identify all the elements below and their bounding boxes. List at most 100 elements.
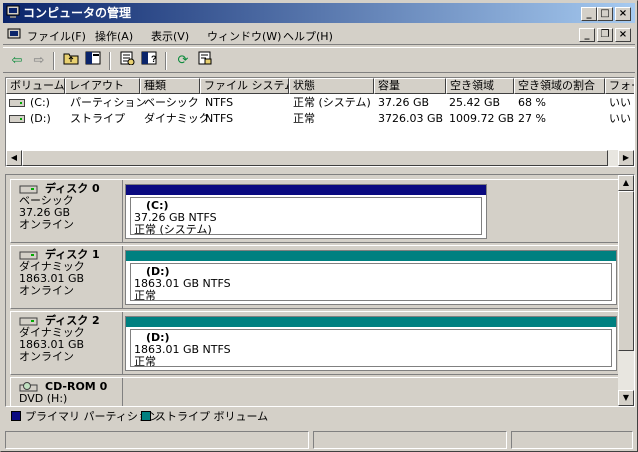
cell-capacity: 3726.03 GB (378, 112, 444, 125)
disk-label[interactable]: CD-ROM 0 DVD (H:) (11, 378, 123, 406)
table-row[interactable]: (C:) パーティション ベーシック NTFS 正常 (システム) 37.26 … (6, 95, 634, 111)
child-close-button[interactable]: × (615, 28, 631, 42)
back-arrow-icon[interactable]: ⇦ (7, 51, 27, 71)
svg-text:?: ? (151, 54, 157, 64)
cell-filesystem: NTFS (205, 96, 234, 109)
disk-row[interactable]: ディスク 0 ベーシック 37.26 GB オンライン (C:) 37.26 G… (10, 179, 620, 243)
cell-status: 正常 (システム) (293, 96, 371, 109)
column-header-filesystem[interactable]: ファイル システム (200, 78, 289, 94)
close-button[interactable]: × (615, 7, 631, 21)
cell-fault-tolerance: いい (609, 112, 631, 125)
disk-status: オンライン (19, 218, 74, 231)
volume-color-bar (126, 185, 486, 195)
disk-label[interactable]: ディスク 2 ダイナミック 1863.01 GB オンライン (11, 312, 123, 374)
column-header-status[interactable]: 状態 (289, 78, 374, 94)
child-window-icon[interactable] (7, 28, 21, 42)
volume-size: 1863.01 GB NTFS (134, 343, 231, 356)
cell-free-space: 25.42 GB (449, 96, 501, 109)
menu-view[interactable]: 表示(V) (151, 28, 189, 44)
scroll-up-button[interactable]: ▲ (618, 175, 634, 191)
disk-name: ディスク 2 (19, 315, 122, 327)
computer-management-window: コンピュータの管理 _ □ × ファイル(F) 操作(A) 表示(V) ウィンド… (0, 0, 638, 452)
column-header-free-space[interactable]: 空き領域 (446, 78, 514, 94)
minimize-button[interactable]: _ (581, 7, 597, 21)
disk-row[interactable]: ディスク 1 ダイナミック 1863.01 GB オンライン (D:) 1863… (10, 245, 620, 309)
column-header-free-percent[interactable]: 空き領域の割合 (514, 78, 605, 94)
volume-block[interactable]: (D:) 1863.01 GB NTFS 正常 (125, 316, 617, 371)
pane-splitter[interactable] (5, 169, 635, 173)
menu-file[interactable]: ファイル(F) (27, 28, 86, 44)
disk-graphical-view: ディスク 0 ベーシック 37.26 GB オンライン (C:) 37.26 G… (5, 174, 635, 407)
menu-bar: ファイル(F) 操作(A) 表示(V) ウィンドウ(W) ヘルプ(H) _ ❐ … (3, 25, 635, 45)
toolbar-separator (109, 52, 111, 70)
status-cell (5, 431, 309, 449)
title-bar[interactable]: コンピュータの管理 _ □ × (3, 3, 635, 23)
window-title: コンピュータの管理 (23, 6, 132, 20)
volume-status: 正常 (システム) (134, 223, 212, 236)
disk-icon (19, 251, 38, 260)
child-minimize-button[interactable]: _ (579, 28, 595, 42)
volume-color-bar (126, 317, 616, 327)
scroll-down-button[interactable]: ▼ (618, 390, 634, 406)
help-icon[interactable]: ? (139, 51, 159, 71)
show-hide-tree-icon[interactable] (83, 51, 103, 71)
disk-icon (19, 185, 38, 194)
disk-status: オンライン (19, 284, 74, 297)
properties-icon[interactable] (117, 51, 137, 71)
volume-status: 正常 (134, 289, 156, 302)
column-header-layout[interactable]: レイアウト (65, 78, 140, 94)
legend-swatch-striped (141, 411, 151, 421)
menu-help[interactable]: ヘルプ(H) (283, 28, 333, 44)
cdrom-row[interactable]: CD-ROM 0 DVD (H:) (10, 377, 620, 406)
column-header-capacity[interactable]: 容量 (374, 78, 446, 94)
forward-arrow-icon[interactable]: ⇨ (29, 51, 49, 71)
menu-action[interactable]: 操作(A) (95, 28, 133, 44)
cdrom-icon (19, 382, 38, 392)
up-folder-icon[interactable] (61, 51, 81, 71)
cell-fault-tolerance: いい (609, 96, 631, 109)
scroll-thumb[interactable] (618, 191, 634, 351)
toolbar: ⇦ ⇨ ? ⟳ (3, 47, 635, 73)
menu-window[interactable]: ウィンドウ(W) (207, 28, 281, 44)
status-cell (313, 431, 507, 449)
status-bar (3, 429, 635, 451)
column-header-type[interactable]: 種類 (140, 78, 200, 94)
legend: プライマリ パーティション ストライプ ボリューム (5, 407, 635, 427)
disk-name: ディスク 1 (19, 249, 122, 261)
export-icon[interactable] (195, 51, 215, 71)
vertical-scrollbar[interactable]: ▲ ▼ (618, 175, 634, 406)
column-header-fault-tolerance[interactable]: フォー (605, 78, 634, 94)
volume-status: 正常 (134, 355, 156, 368)
disk-label[interactable]: ディスク 0 ベーシック 37.26 GB オンライン (11, 180, 123, 242)
cell-filesystem: NTFS (205, 112, 234, 125)
horizontal-scrollbar[interactable]: ◀ ▶ (6, 150, 634, 166)
legend-item-primary: プライマリ パーティション (11, 409, 160, 425)
child-restore-button[interactable]: ❐ (597, 28, 613, 42)
cell-layout: ストライプ (70, 112, 125, 125)
column-header-volume[interactable]: ボリューム (6, 78, 65, 94)
toolbar-separator (53, 52, 55, 70)
volume-block[interactable]: (C:) 37.26 GB NTFS 正常 (システム) (125, 184, 487, 239)
cell-free-space: 1009.72 GB (449, 112, 515, 125)
cell-status: 正常 (293, 112, 315, 125)
cell-type: ベーシック (144, 96, 199, 109)
disk-name: ディスク 0 (19, 183, 122, 195)
legend-item-striped: ストライプ ボリューム (141, 409, 268, 425)
refresh-icon[interactable]: ⟳ (173, 51, 193, 71)
toolbar-separator (165, 52, 167, 70)
maximize-button[interactable]: □ (597, 7, 613, 21)
legend-swatch-primary (11, 411, 21, 421)
volume-block[interactable]: (D:) 1863.01 GB NTFS 正常 (125, 250, 617, 305)
disk-label[interactable]: ディスク 1 ダイナミック 1863.01 GB オンライン (11, 246, 123, 308)
cdrom-type: DVD (H:) (19, 392, 68, 405)
scroll-left-button[interactable]: ◀ (6, 150, 22, 166)
disk-row[interactable]: ディスク 2 ダイナミック 1863.01 GB オンライン (D:) 1863… (10, 311, 620, 375)
volume-size: 1863.01 GB NTFS (134, 277, 231, 290)
computer-management-icon (6, 5, 20, 18)
volume-list[interactable]: ボリューム レイアウト 種類 ファイル システム 状態 容量 空き領域 空き領域… (5, 77, 635, 167)
cell-layout: パーティション (70, 96, 147, 109)
cell-capacity: 37.26 GB (378, 96, 430, 109)
table-row[interactable]: (D:) ストライプ ダイナミック NTFS 正常 3726.03 GB 100… (6, 111, 634, 127)
scroll-thumb[interactable] (22, 150, 608, 166)
scroll-right-button[interactable]: ▶ (618, 150, 634, 166)
